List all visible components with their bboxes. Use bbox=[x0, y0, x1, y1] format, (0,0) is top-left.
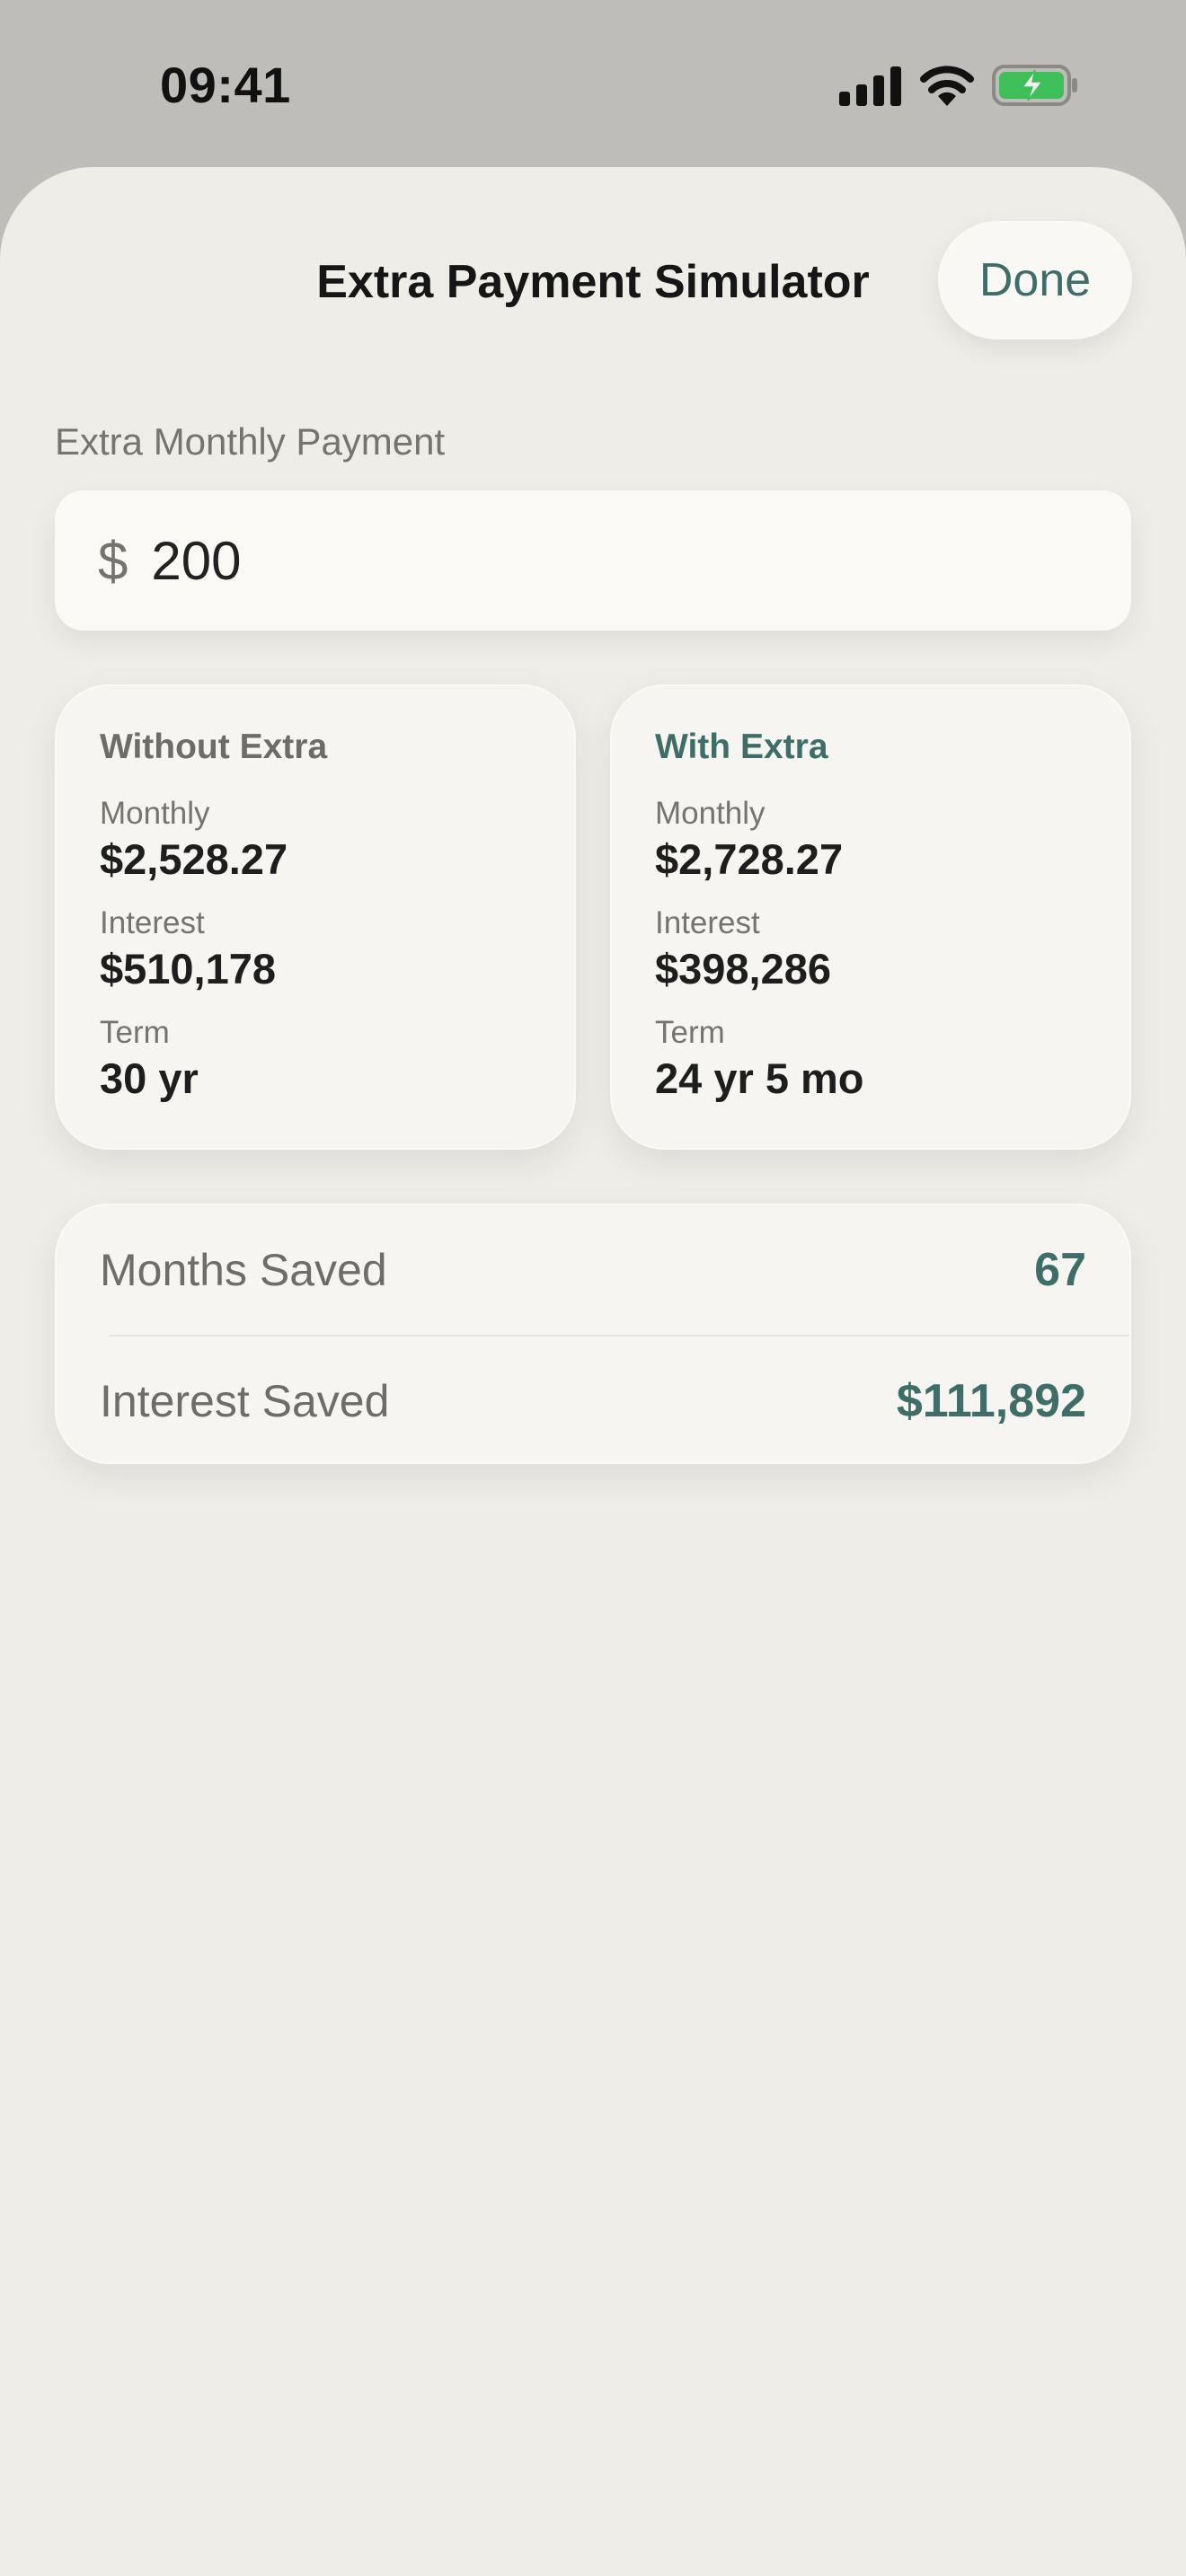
interest-saved-label: Interest Saved bbox=[100, 1376, 390, 1426]
with-extra-card: With Extra Monthly $2,728.27 Interest $3… bbox=[610, 684, 1131, 1150]
term-label: Term bbox=[655, 1015, 725, 1050]
monthly-value: $2,728.27 bbox=[655, 835, 844, 883]
months-saved-row: Months Saved 67 bbox=[57, 1205, 1129, 1335]
interest-label: Interest bbox=[100, 905, 205, 940]
term-value: 24 yr 5 mo bbox=[655, 1054, 864, 1102]
monthly-value: $2,528.27 bbox=[100, 835, 288, 883]
currency-symbol: $ bbox=[98, 530, 128, 591]
monthly-label: Monthly bbox=[100, 796, 210, 831]
interest-value: $398,286 bbox=[655, 945, 832, 992]
interest-value: $510,178 bbox=[100, 945, 277, 992]
extra-payment-label: Extra Monthly Payment bbox=[55, 420, 446, 463]
signal-icon bbox=[839, 66, 901, 106]
savings-summary-card: Months Saved 67 Interest Saved $111,892 bbox=[55, 1204, 1131, 1464]
interest-label: Interest bbox=[655, 905, 760, 940]
without-extra-card: Without Extra Monthly $2,528.27 Interest… bbox=[55, 684, 576, 1150]
battery-charging-icon bbox=[992, 65, 1077, 106]
wifi-icon bbox=[920, 66, 974, 106]
extra-payment-input[interactable]: $ 200 bbox=[55, 490, 1131, 631]
simulator-sheet: Extra Payment Simulator Done Extra Month… bbox=[0, 167, 1186, 2576]
monthly-label: Monthly bbox=[655, 796, 766, 831]
done-button[interactable]: Done bbox=[938, 221, 1132, 340]
term-value: 30 yr bbox=[100, 1054, 199, 1102]
without-extra-title: Without Extra bbox=[100, 728, 328, 766]
extra-payment-value[interactable]: 200 bbox=[151, 530, 241, 592]
months-saved-value: 67 bbox=[1034, 1244, 1086, 1296]
months-saved-label: Months Saved bbox=[100, 1245, 387, 1295]
interest-saved-row: Interest Saved $111,892 bbox=[57, 1337, 1129, 1466]
status-bar: 09:41 bbox=[0, 0, 1186, 171]
interest-saved-value: $111,892 bbox=[896, 1375, 1086, 1427]
term-label: Term bbox=[100, 1015, 170, 1050]
status-time: 09:41 bbox=[160, 57, 291, 113]
with-extra-title: With Extra bbox=[655, 728, 828, 766]
